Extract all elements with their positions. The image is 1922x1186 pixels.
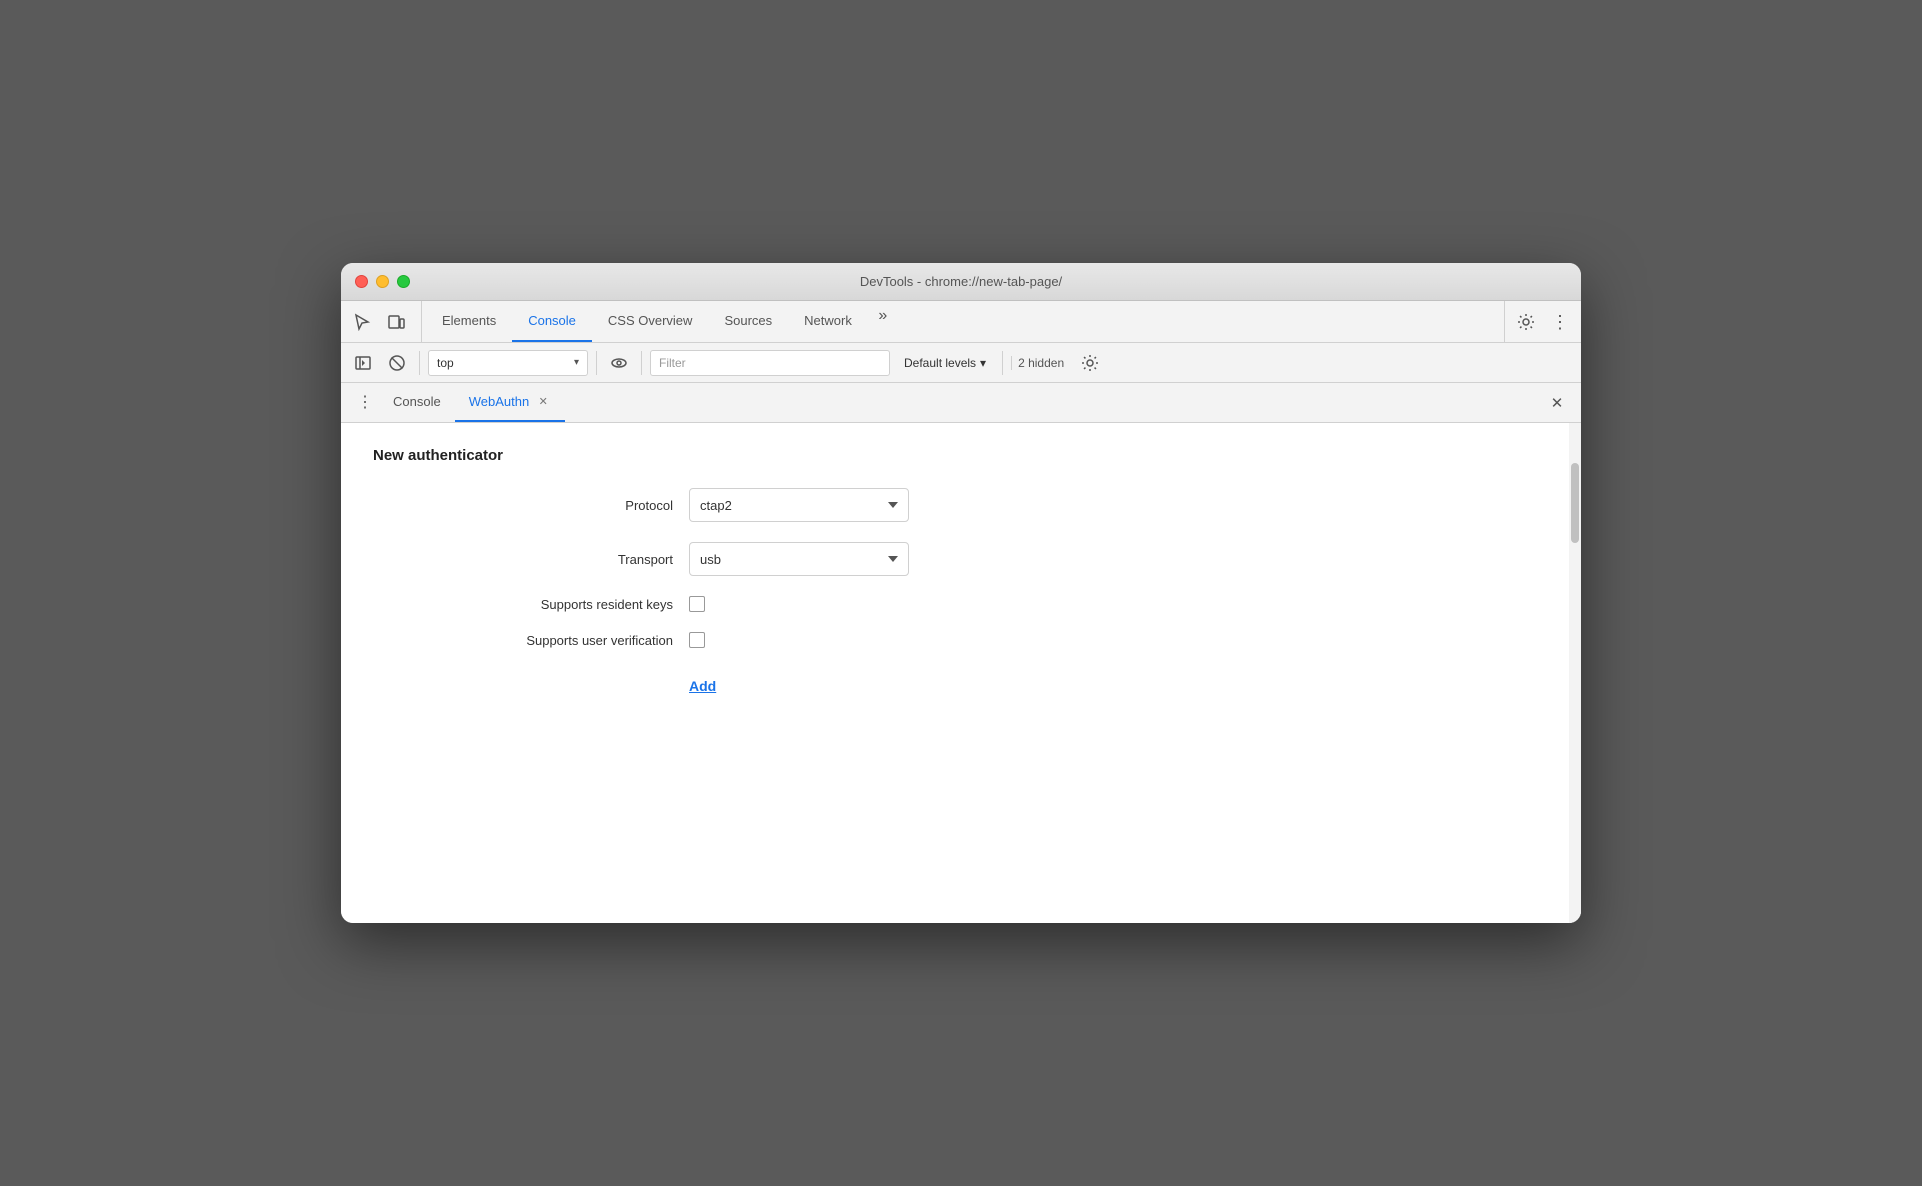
device-toggle-button[interactable]: [381, 307, 411, 337]
clear-console-button[interactable]: [383, 349, 411, 377]
main-tabs: Elements Console CSS Overview Sources Ne…: [426, 301, 1500, 342]
console-bar: top ▾ Default levels ▾ 2 hidden: [341, 343, 1581, 383]
close-tab-button[interactable]: ✕: [535, 394, 551, 410]
toolbar-right-actions: ⋮: [1504, 301, 1575, 342]
device-icon: [387, 313, 405, 331]
user-verification-row: Supports user verification: [493, 632, 1549, 648]
more-options-icon: ⋮: [1551, 313, 1569, 331]
add-authenticator-button[interactable]: Add: [689, 678, 716, 694]
window-controls: [355, 275, 410, 288]
tab-elements[interactable]: Elements: [426, 301, 512, 342]
close-icon: ✕: [1551, 394, 1564, 412]
transport-select[interactable]: usb nfc ble internal: [689, 542, 909, 576]
cursor-icon: [353, 313, 371, 331]
maximize-button[interactable]: [397, 275, 410, 288]
tab-console[interactable]: Console: [512, 301, 592, 342]
main-content: New authenticator Protocol ctap2 u2f Tra…: [341, 423, 1581, 923]
devtools-toolbar: Elements Console CSS Overview Sources Ne…: [341, 301, 1581, 343]
protocol-row: Protocol ctap2 u2f: [493, 488, 1549, 522]
devtools-window: DevTools - chrome://new-tab-page/ Elemen…: [341, 263, 1581, 923]
context-dropdown-icon: ▾: [574, 357, 579, 368]
gear-icon: [1517, 313, 1535, 331]
protocol-select[interactable]: ctap2 u2f: [689, 488, 909, 522]
context-selector[interactable]: top ▾: [428, 350, 588, 376]
filter-input[interactable]: [650, 350, 890, 376]
sidebar-icon: [354, 354, 372, 372]
transport-label: Transport: [493, 552, 673, 567]
sidebar-toggle-button[interactable]: [349, 349, 377, 377]
eye-button[interactable]: [605, 349, 633, 377]
authenticator-form: Protocol ctap2 u2f Transport usb nfc ble…: [373, 488, 1549, 694]
resident-keys-checkbox[interactable]: [689, 596, 705, 612]
tab-css-overview[interactable]: CSS Overview: [592, 301, 709, 342]
console-settings-button[interactable]: [1076, 349, 1104, 377]
resident-keys-label: Supports resident keys: [493, 597, 673, 612]
panel-tab-console[interactable]: Console: [379, 383, 455, 422]
separator2: [596, 351, 597, 375]
panel-tab-webauthn[interactable]: WebAuthn ✕: [455, 383, 565, 422]
tab-sources[interactable]: Sources: [708, 301, 788, 342]
minimize-button[interactable]: [376, 275, 389, 288]
more-panel-icon: ⋮: [357, 395, 373, 411]
resident-keys-row: Supports resident keys: [493, 596, 1549, 612]
separator3: [641, 351, 642, 375]
user-verification-checkbox[interactable]: [689, 632, 705, 648]
block-icon: [388, 354, 406, 372]
window-title: DevTools - chrome://new-tab-page/: [860, 274, 1062, 289]
titlebar: DevTools - chrome://new-tab-page/: [341, 263, 1581, 301]
inspect-element-button[interactable]: [347, 307, 377, 337]
section-title: New authenticator: [373, 447, 1549, 464]
hidden-count: 2 hidden: [1011, 356, 1070, 370]
separator4: [1002, 351, 1003, 375]
tab-network[interactable]: Network: [788, 301, 868, 342]
close-button[interactable]: [355, 275, 368, 288]
panel-tabs-area: ⋮ Console WebAuthn ✕ ✕: [341, 383, 1581, 423]
settings-icon: [1081, 354, 1099, 372]
toolbar-icon-group: [347, 301, 422, 342]
panel-close-button[interactable]: ✕: [1543, 383, 1571, 422]
scrollbar-thumb[interactable]: [1571, 463, 1579, 543]
settings-button[interactable]: [1511, 307, 1541, 337]
separator: [419, 351, 420, 375]
user-verification-label: Supports user verification: [493, 633, 673, 648]
add-row: Add: [493, 668, 1549, 694]
scrollbar-track: [1569, 423, 1581, 923]
default-levels-button[interactable]: Default levels ▾: [896, 350, 994, 376]
panel-more-button[interactable]: ⋮: [351, 383, 379, 422]
more-tabs-button[interactable]: »: [868, 301, 898, 331]
more-options-button[interactable]: ⋮: [1545, 307, 1575, 337]
eye-icon: [610, 354, 628, 372]
protocol-label: Protocol: [493, 498, 673, 513]
transport-row: Transport usb nfc ble internal: [493, 542, 1549, 576]
